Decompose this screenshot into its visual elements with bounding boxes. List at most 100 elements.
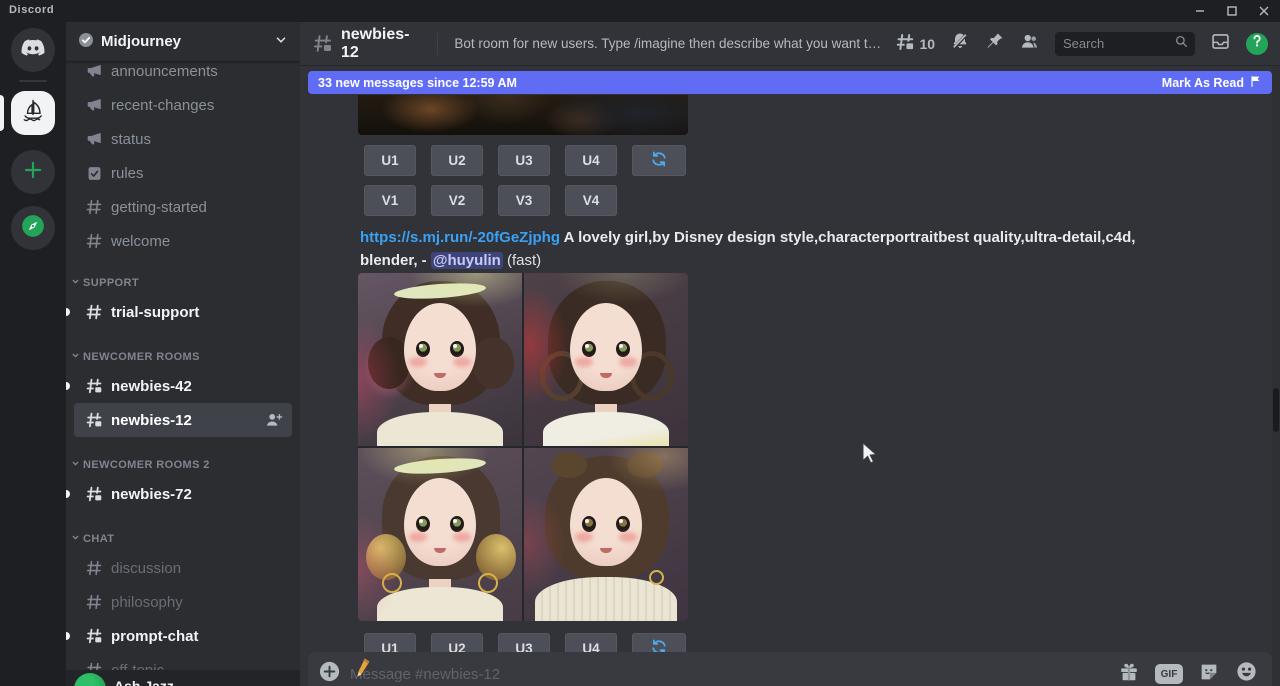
pin-icon <box>985 32 1004 56</box>
channel-label: status <box>111 131 151 148</box>
portrait-eye <box>416 516 430 532</box>
channel-philosophy[interactable]: philosophy <box>66 585 300 619</box>
hash-bubble-icon <box>84 484 104 504</box>
generated-image-1[interactable] <box>358 273 522 446</box>
message-input[interactable] <box>350 666 1109 683</box>
u4-button[interactable]: U4 <box>565 145 617 176</box>
u3-button[interactable]: U3 <box>498 145 550 176</box>
prompt-link[interactable]: https://s.mj.run/-20fGeZjphg <box>360 229 560 246</box>
channel-welcome[interactable]: welcome <box>66 224 300 258</box>
u1-button[interactable]: U1 <box>364 145 416 176</box>
emoji-button[interactable] <box>1235 660 1258 686</box>
scrollbar-thumb[interactable] <box>1273 388 1279 432</box>
hash-icon <box>84 197 104 217</box>
add-server-button[interactable] <box>11 150 55 194</box>
channel-recent-changes[interactable]: recent-changes <box>66 88 300 122</box>
scrollbar-track[interactable] <box>1272 66 1280 686</box>
chevron-down-icon <box>71 277 80 289</box>
chevron-down-icon <box>71 351 80 363</box>
channel-rules[interactable]: rules <box>66 156 300 190</box>
category-label: NEWCOMER ROOMS <box>83 351 200 363</box>
channel-topic[interactable]: Bot room for new users. Type /imagine th… <box>454 36 887 51</box>
notification-settings-button[interactable] <box>950 31 970 56</box>
variation-button-row: V1 V2 V3 V4 <box>364 185 617 216</box>
server-header[interactable]: Midjourney <box>66 22 300 62</box>
v2-button[interactable]: V2 <box>431 185 483 216</box>
portrait-blush <box>409 532 427 542</box>
channel-list: announcements recent-changes status rule… <box>66 62 300 686</box>
user-avatar[interactable] <box>74 673 106 686</box>
new-messages-banner[interactable]: 33 new messages since 12:59 AM Mark As R… <box>308 71 1272 94</box>
portrait-face <box>570 478 642 566</box>
title-bar: Discord <box>0 0 1280 22</box>
minimize-button[interactable] <box>1194 5 1206 17</box>
gif-button[interactable]: GIF <box>1155 664 1183 684</box>
user-panel[interactable]: Ash Jazz <box>66 670 300 686</box>
channel-status[interactable]: status <box>66 122 300 156</box>
u2-button[interactable]: U2 <box>431 145 483 176</box>
verified-badge-icon <box>78 32 94 52</box>
help-icon <box>1246 30 1268 57</box>
unread-indicator <box>66 308 70 316</box>
explore-servers-button[interactable] <box>11 206 55 250</box>
v1-button[interactable]: V1 <box>364 185 416 216</box>
category-newcomer-rooms[interactable]: NEWCOMER ROOMS <box>66 345 300 369</box>
close-button[interactable] <box>1258 5 1270 17</box>
channel-newbies-12[interactable]: newbies-12 <box>74 403 292 437</box>
mark-as-read-button[interactable]: Mark As Read <box>1162 75 1262 91</box>
portrait-mouth <box>434 373 446 378</box>
channel-newbies-42[interactable]: newbies-42 <box>66 369 300 403</box>
portrait-mouth <box>434 548 446 553</box>
pinned-messages-button[interactable] <box>985 32 1004 56</box>
rerun-button[interactable] <box>632 145 686 176</box>
category-chat[interactable]: CHAT <box>66 527 300 551</box>
channel-trial-support[interactable]: trial-support <box>66 295 300 329</box>
portrait-blush <box>619 357 637 367</box>
unread-indicator <box>66 382 70 390</box>
help-button[interactable] <box>1246 33 1268 55</box>
generated-image-grid[interactable] <box>358 273 688 621</box>
member-list-button[interactable] <box>1019 31 1040 57</box>
search-input[interactable] <box>1063 36 1170 51</box>
portrait-mouth <box>600 373 612 378</box>
v3-button[interactable]: V3 <box>498 185 550 216</box>
category-newcomer-rooms-2[interactable]: NEWCOMER ROOMS 2 <box>66 453 300 477</box>
user-mention[interactable]: @huyulin <box>431 252 503 269</box>
category-label: NEWCOMER ROOMS 2 <box>83 459 210 471</box>
message-composer[interactable]: GIF <box>308 652 1272 686</box>
generated-image-4[interactable] <box>524 448 688 621</box>
generated-image-2[interactable] <box>524 273 688 446</box>
discord-home-button[interactable] <box>11 28 55 72</box>
bell-slash-icon <box>950 31 970 56</box>
hash-bubble-icon <box>895 32 915 55</box>
v4-button[interactable]: V4 <box>565 185 617 216</box>
hash-bubble-icon <box>84 376 104 396</box>
maximize-button[interactable] <box>1226 5 1238 17</box>
generated-image-3[interactable] <box>358 448 522 621</box>
category-support[interactable]: SUPPORT <box>66 271 300 295</box>
chevron-down-icon <box>71 459 80 471</box>
person-add-icon[interactable] <box>264 410 284 430</box>
channel-getting-started[interactable]: getting-started <box>66 190 300 224</box>
portrait-face <box>404 303 476 391</box>
portrait-blush <box>575 532 593 542</box>
rail-divider <box>19 80 47 82</box>
portrait-blush <box>575 357 593 367</box>
search-box[interactable] <box>1055 32 1195 56</box>
category-label: CHAT <box>83 533 114 545</box>
hash-icon <box>84 592 104 612</box>
window-controls <box>1194 0 1270 22</box>
topbar-actions: 10 <box>895 31 1268 57</box>
server-icon-midjourney[interactable] <box>11 91 55 135</box>
attach-button[interactable] <box>318 660 341 686</box>
hash-bubble-icon <box>84 626 104 646</box>
channel-discussion[interactable]: discussion <box>66 551 300 585</box>
sticker-button[interactable] <box>1198 661 1220 686</box>
gift-button[interactable] <box>1118 661 1140 686</box>
inbox-button[interactable] <box>1210 31 1231 57</box>
channel-prompt-chat[interactable]: prompt-chat <box>66 619 300 653</box>
threads-button[interactable]: 10 <box>895 32 935 55</box>
previous-image-attachment[interactable] <box>358 95 688 135</box>
hash-bubble-icon <box>84 410 104 430</box>
channel-newbies-72[interactable]: newbies-72 <box>66 477 300 511</box>
